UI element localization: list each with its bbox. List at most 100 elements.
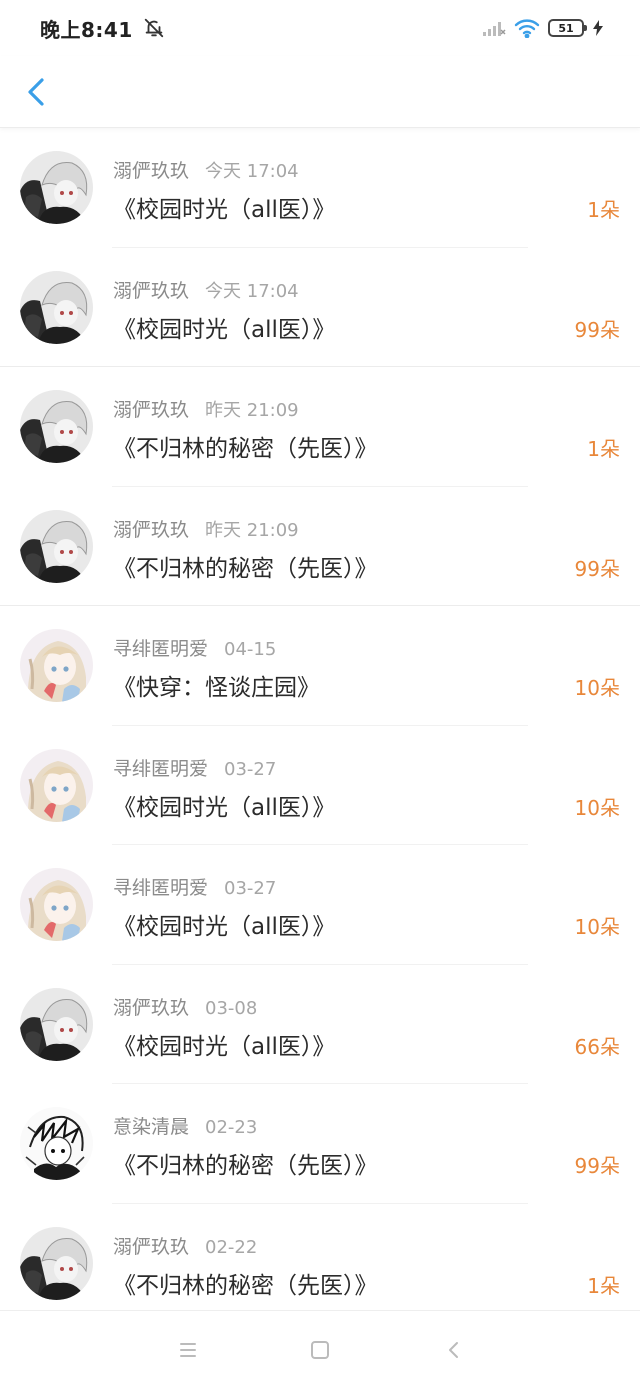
record-time: 昨天 21:09 <box>205 519 299 541</box>
book-title[interactable]: 《校园时光（all医）》 <box>113 310 335 344</box>
flower-count: 99朵 <box>574 1154 620 1178</box>
user-avatar[interactable] <box>20 509 93 583</box>
dark-hair-avatar <box>20 987 93 1061</box>
user-avatar[interactable] <box>20 987 93 1061</box>
user-avatar[interactable] <box>20 1226 93 1300</box>
record-time: 02-22 <box>205 1236 258 1258</box>
user-name[interactable]: 寻绯匿明爱 <box>113 877 208 899</box>
flower-count: 10朵 <box>574 795 620 820</box>
record-time: 昨天 21:09 <box>205 400 299 421</box>
dark-hair-avatar <box>20 1226 93 1300</box>
record-meta: 溺俨玖玖 今天 17:04 <box>113 276 299 303</box>
flower-count: 10朵 <box>574 915 620 939</box>
record-time: 今天 17:04 <box>205 280 299 302</box>
wifi-icon <box>514 18 540 38</box>
dark-hair-avatar <box>20 151 93 224</box>
book-title[interactable]: 《不归林的秘密（先医）》 <box>113 429 378 463</box>
flower-count: 1朵 <box>587 1273 620 1298</box>
flower-count: 1朵 <box>587 437 620 461</box>
user-name[interactable]: 溺俨玖玖 <box>113 1236 189 1258</box>
record-meta: 寻绯匿明爱 03-27 <box>113 754 276 781</box>
gift-record-row[interactable]: 意染清晨 02-23 《不归林的秘密（先医）》 99朵 <box>0 1084 640 1204</box>
book-title[interactable]: 《不归林的秘密（先医）》 <box>113 549 378 583</box>
gift-record-row[interactable]: 溺俨玖玖 昨天 21:09 《不归林的秘密（先医）》 1朵 <box>0 367 640 487</box>
gift-record-row[interactable]: 溺俨玖玖 03-08 《校园时光（all医）》 66朵 <box>0 965 640 1084</box>
home-square-icon <box>308 1338 332 1362</box>
charging-icon <box>592 19 604 37</box>
record-time: 03-27 <box>224 758 277 780</box>
record-time: 02-23 <box>205 1117 258 1138</box>
gift-record-row[interactable]: 寻绯匿明爱 03-27 《校园时光（all医）》 10朵 <box>0 726 640 845</box>
sketch-avatar <box>20 1107 93 1180</box>
book-title[interactable]: 《不归林的秘密（先医）》 <box>113 1266 378 1300</box>
home-button[interactable] <box>308 1338 332 1362</box>
user-avatar[interactable] <box>20 270 93 344</box>
header-bar <box>0 56 640 128</box>
flower-count: 99朵 <box>574 317 620 342</box>
record-time: 03-08 <box>205 997 258 1019</box>
record-time: 04-15 <box>224 639 277 660</box>
flower-count: 99朵 <box>574 556 620 581</box>
user-avatar[interactable] <box>20 629 93 702</box>
record-meta: 溺俨玖玖 今天 17:04 <box>113 156 299 183</box>
gift-record-row[interactable]: 溺俨玖玖 今天 17:04 《校园时光（all医）》 99朵 <box>0 248 640 367</box>
flower-count: 1朵 <box>587 198 620 222</box>
pastel-girl-avatar <box>20 629 93 702</box>
battery-level: 51 <box>558 21 574 35</box>
user-avatar[interactable] <box>20 151 93 224</box>
status-bar: 晚上8:41 51 <box>0 0 640 56</box>
system-nav-bar <box>0 1310 640 1387</box>
book-title[interactable]: 《校园时光（all医）》 <box>113 1027 335 1061</box>
chevron-left-icon <box>18 72 58 112</box>
book-title[interactable]: 《不归林的秘密（先医）》 <box>113 1146 378 1180</box>
gift-record-row[interactable]: 溺俨玖玖 昨天 21:09 《不归林的秘密（先医）》 99朵 <box>0 487 640 606</box>
user-name[interactable]: 溺俨玖玖 <box>113 997 189 1019</box>
user-name[interactable]: 溺俨玖玖 <box>113 399 189 421</box>
record-time: 03-27 <box>224 878 277 899</box>
user-name[interactable]: 溺俨玖玖 <box>113 519 189 541</box>
menu-button[interactable] <box>176 1338 200 1362</box>
user-name[interactable]: 溺俨玖玖 <box>113 280 189 302</box>
back-button[interactable] <box>18 72 58 112</box>
record-meta: 意染清晨 02-23 <box>113 1112 257 1139</box>
gift-record-row[interactable]: 溺俨玖玖 02-22 《不归林的秘密（先医）》 1朵 <box>0 1204 640 1323</box>
user-name[interactable]: 意染清晨 <box>113 1116 189 1138</box>
battery-icon: 51 <box>548 19 587 37</box>
pastel-girl-avatar <box>20 748 93 822</box>
gift-record-row[interactable]: 寻绯匿明爱 03-27 《校园时光（all医）》 10朵 <box>0 845 640 965</box>
book-title[interactable]: 《校园时光（all医）》 <box>113 907 335 941</box>
system-back-button[interactable] <box>442 1338 466 1362</box>
signal-icon <box>482 19 506 37</box>
bell-off-icon <box>143 17 165 39</box>
user-name[interactable]: 寻绯匿明爱 <box>113 758 208 780</box>
status-time: 晚上8:41 <box>40 17 133 42</box>
flower-count: 66朵 <box>574 1034 620 1059</box>
record-time: 今天 17:04 <box>205 161 299 182</box>
record-meta: 寻绯匿明爱 04-15 <box>113 634 276 661</box>
user-avatar[interactable] <box>20 1107 93 1180</box>
user-avatar[interactable] <box>20 868 93 941</box>
book-title[interactable]: 《快穿：怪谈庄园》 <box>113 668 320 702</box>
user-name[interactable]: 寻绯匿明爱 <box>113 638 208 660</box>
screen: 晚上8:41 51 溺俨玖玖 今天 17:04 《校园时光（all医）》 1朵 … <box>0 0 640 1387</box>
book-title[interactable]: 《校园时光（all医）》 <box>113 788 335 822</box>
user-avatar[interactable] <box>20 748 93 822</box>
back-triangle-icon <box>442 1338 466 1362</box>
user-name[interactable]: 溺俨玖玖 <box>113 160 189 182</box>
gift-record-list: 溺俨玖玖 今天 17:04 《校园时光（all医）》 1朵 溺俨玖玖 今天 17:04 《校… <box>0 128 640 1323</box>
record-meta: 寻绯匿明爱 03-27 <box>113 873 276 900</box>
record-meta: 溺俨玖玖 03-08 <box>113 993 257 1020</box>
gift-record-row[interactable]: 溺俨玖玖 今天 17:04 《校园时光（all医）》 1朵 <box>0 128 640 248</box>
dark-hair-avatar <box>20 270 93 344</box>
pastel-girl-avatar <box>20 868 93 941</box>
dark-hair-avatar <box>20 390 93 463</box>
record-meta: 溺俨玖玖 02-22 <box>113 1232 257 1259</box>
record-meta: 溺俨玖玖 昨天 21:09 <box>113 395 299 422</box>
gift-record-row[interactable]: 寻绯匿明爱 04-15 《快穿：怪谈庄园》 10朵 <box>0 606 640 726</box>
user-avatar[interactable] <box>20 390 93 463</box>
book-title[interactable]: 《校园时光（all医）》 <box>113 190 335 224</box>
record-meta: 溺俨玖玖 昨天 21:09 <box>113 515 299 542</box>
dark-hair-avatar <box>20 509 93 583</box>
menu-icon <box>176 1338 200 1362</box>
flower-count: 10朵 <box>574 676 620 700</box>
